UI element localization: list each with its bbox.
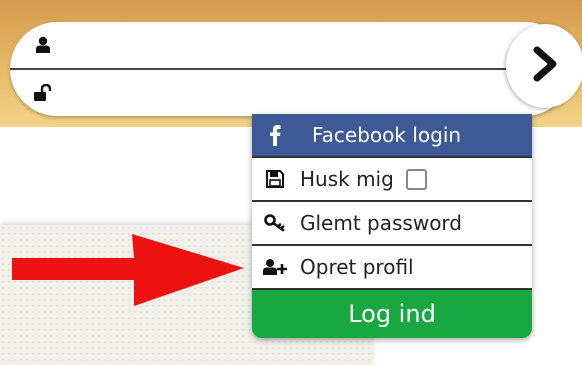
remember-me-item[interactable]: Husk mig — [252, 158, 532, 202]
remember-me-label: Husk mig — [300, 167, 394, 191]
create-profile-item[interactable]: Opret profil — [252, 246, 532, 290]
password-row — [10, 70, 510, 116]
key-icon — [262, 214, 288, 232]
user-icon — [28, 36, 58, 54]
remember-me-checkbox[interactable] — [405, 168, 427, 190]
submit-arrow-button[interactable] — [506, 24, 582, 108]
add-user-icon — [262, 258, 288, 276]
login-button-label: Log ind — [348, 300, 436, 328]
forgot-password-label: Glemt password — [300, 211, 462, 235]
floppy-disk-icon — [262, 170, 288, 188]
password-input[interactable] — [58, 73, 510, 113]
unlock-icon — [28, 84, 58, 102]
red-arrow-annotation — [10, 232, 246, 312]
facebook-login-label: Facebook login — [312, 123, 462, 147]
facebook-icon — [262, 124, 288, 146]
login-dropdown-menu: Facebook login Husk mig Glemt password O… — [252, 114, 532, 338]
facebook-login-button[interactable]: Facebook login — [252, 114, 532, 158]
username-row — [10, 22, 510, 70]
login-button[interactable]: Log ind — [252, 290, 532, 338]
username-input[interactable] — [58, 25, 510, 65]
create-profile-label: Opret profil — [300, 255, 414, 279]
login-form — [10, 22, 582, 116]
forgot-password-item[interactable]: Glemt password — [252, 202, 532, 246]
chevron-right-icon — [531, 46, 559, 86]
